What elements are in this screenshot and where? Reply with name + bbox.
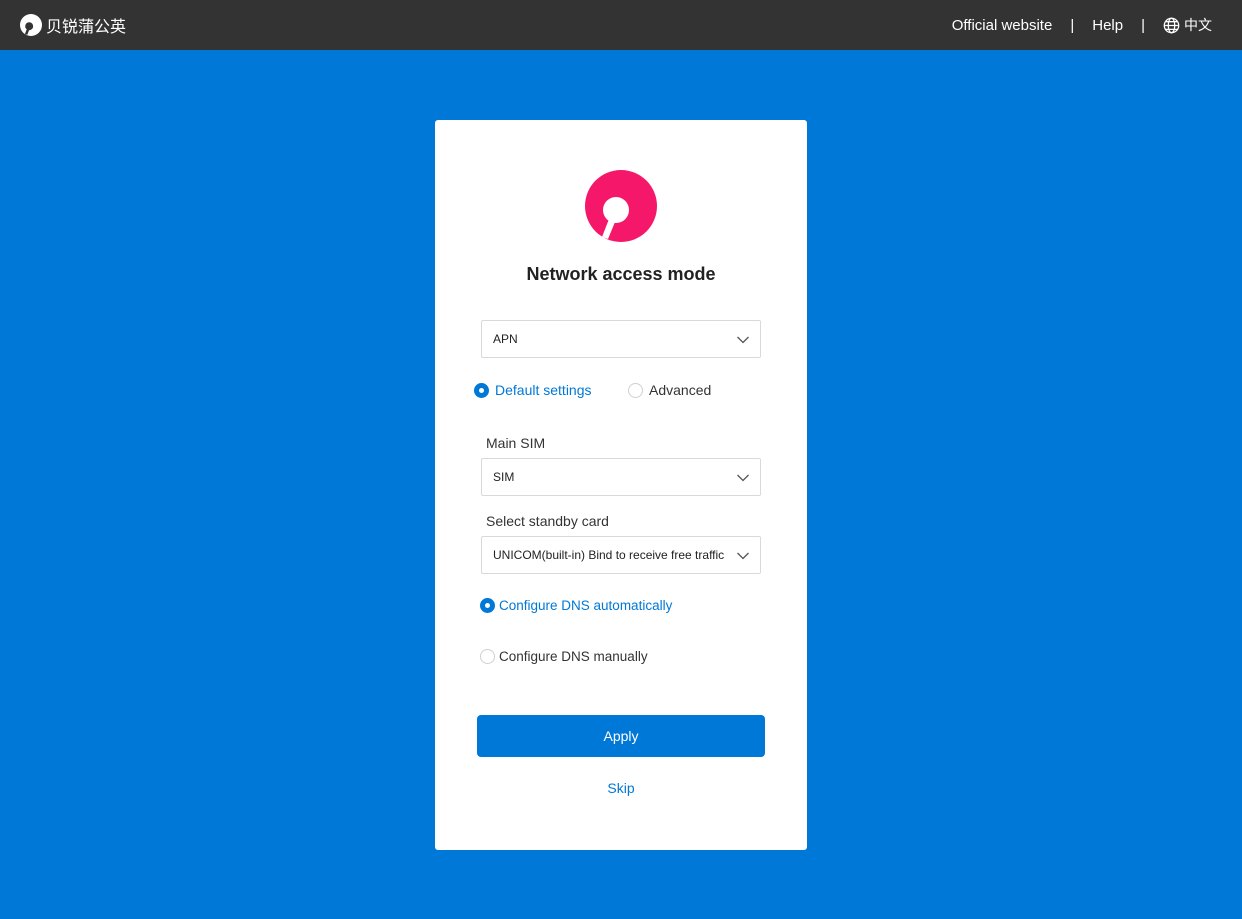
radio-indicator — [474, 382, 489, 398]
dns-manual-radio[interactable]: Configure DNS manually — [480, 649, 648, 664]
help-link[interactable]: Help — [1092, 17, 1123, 34]
skip-link[interactable]: Skip — [435, 780, 807, 796]
access-mode-select[interactable]: APN — [481, 320, 761, 358]
standby-card-select[interactable]: UNICOM(built-in) Bind to receive free tr… — [481, 536, 761, 574]
brand-name: 贝锐蒲公英 — [46, 17, 127, 36]
access-mode-value: APN — [493, 332, 518, 346]
advanced-label: Advanced — [649, 382, 712, 398]
main-sim-select[interactable]: SIM — [481, 458, 761, 496]
top-bar: 贝锐蒲公英 Official website | Help | 中文 — [0, 0, 1242, 50]
language-label: 中文 — [1184, 18, 1212, 34]
standby-card-value: UNICOM(built-in) Bind to receive free tr… — [493, 548, 725, 562]
main-sim-value: SIM — [493, 470, 515, 484]
dns-manual-label: Configure DNS manually — [499, 649, 648, 664]
nav-separator: | — [1070, 16, 1075, 34]
apply-button[interactable]: Apply — [477, 715, 765, 757]
chevron-down-icon — [737, 336, 749, 344]
globe-icon — [1163, 17, 1180, 33]
brand-logo-icon — [20, 14, 42, 36]
app-logo-icon — [585, 170, 657, 242]
default-settings-radio[interactable]: Default settings — [474, 382, 592, 398]
page-title: Network access mode — [526, 264, 716, 284]
brand[interactable]: 贝锐蒲公英 — [20, 12, 126, 38]
main-sim-label: Main SIM — [486, 435, 546, 451]
dns-auto-radio[interactable]: Configure DNS automatically — [480, 598, 672, 613]
chevron-down-icon — [737, 474, 749, 482]
radio-indicator — [480, 649, 495, 664]
radio-indicator — [628, 382, 643, 398]
dns-auto-label: Configure DNS automatically — [499, 598, 673, 613]
chevron-down-icon — [737, 552, 749, 560]
standby-card-label: Select standby card — [486, 513, 609, 529]
radio-indicator — [480, 598, 495, 613]
top-nav: Official website | Help | 中文 — [952, 0, 1212, 50]
default-settings-label: Default settings — [495, 382, 592, 398]
nav-separator: | — [1141, 16, 1145, 34]
language-switcher[interactable]: 中文 — [1163, 15, 1212, 35]
advanced-radio[interactable]: Advanced — [628, 382, 711, 398]
network-access-card: Network access mode APN Default settings… — [435, 120, 807, 850]
official-website-link[interactable]: Official website — [952, 17, 1053, 34]
